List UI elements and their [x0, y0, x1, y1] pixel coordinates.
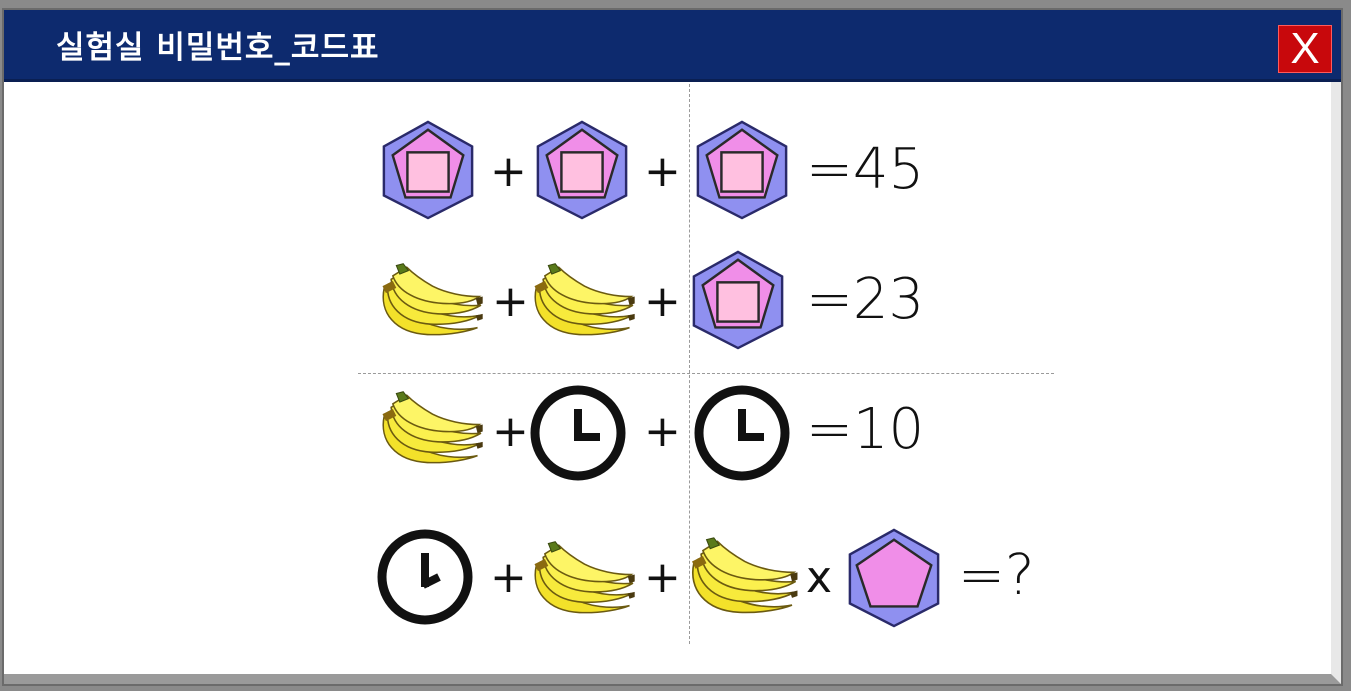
horizontal-divider [358, 373, 1054, 374]
banana-icon [381, 390, 484, 464]
result-value: =? [958, 543, 1035, 608]
plus-operator: + [492, 406, 529, 457]
banana-icon [533, 262, 636, 336]
window-title: 실험실 비밀번호_코드표 [56, 30, 380, 66]
banana-icon [691, 536, 799, 614]
plus-operator: + [490, 146, 527, 197]
pentagon-icon [848, 528, 940, 628]
hexagon-icon [536, 120, 628, 220]
close-button[interactable]: X [1278, 25, 1332, 73]
clock-icon [528, 383, 628, 483]
clock-icon [374, 527, 476, 627]
hexagon-icon [692, 250, 784, 350]
plus-operator: + [644, 276, 681, 327]
banana-icon [381, 262, 484, 336]
plus-operator: + [644, 406, 681, 457]
result-value: =23 [806, 267, 925, 332]
hexagon-icon [696, 120, 788, 220]
result-value: =45 [806, 137, 925, 202]
result-value: =10 [806, 397, 925, 462]
plus-operator: + [644, 146, 681, 197]
hexagon-icon [382, 120, 474, 220]
clock-icon [692, 383, 792, 483]
plus-operator: + [644, 552, 681, 603]
multiply-operator: x [806, 552, 833, 603]
banana-icon [533, 540, 636, 614]
title-bar: 실험실 비밀번호_코드표 X [4, 10, 1341, 82]
